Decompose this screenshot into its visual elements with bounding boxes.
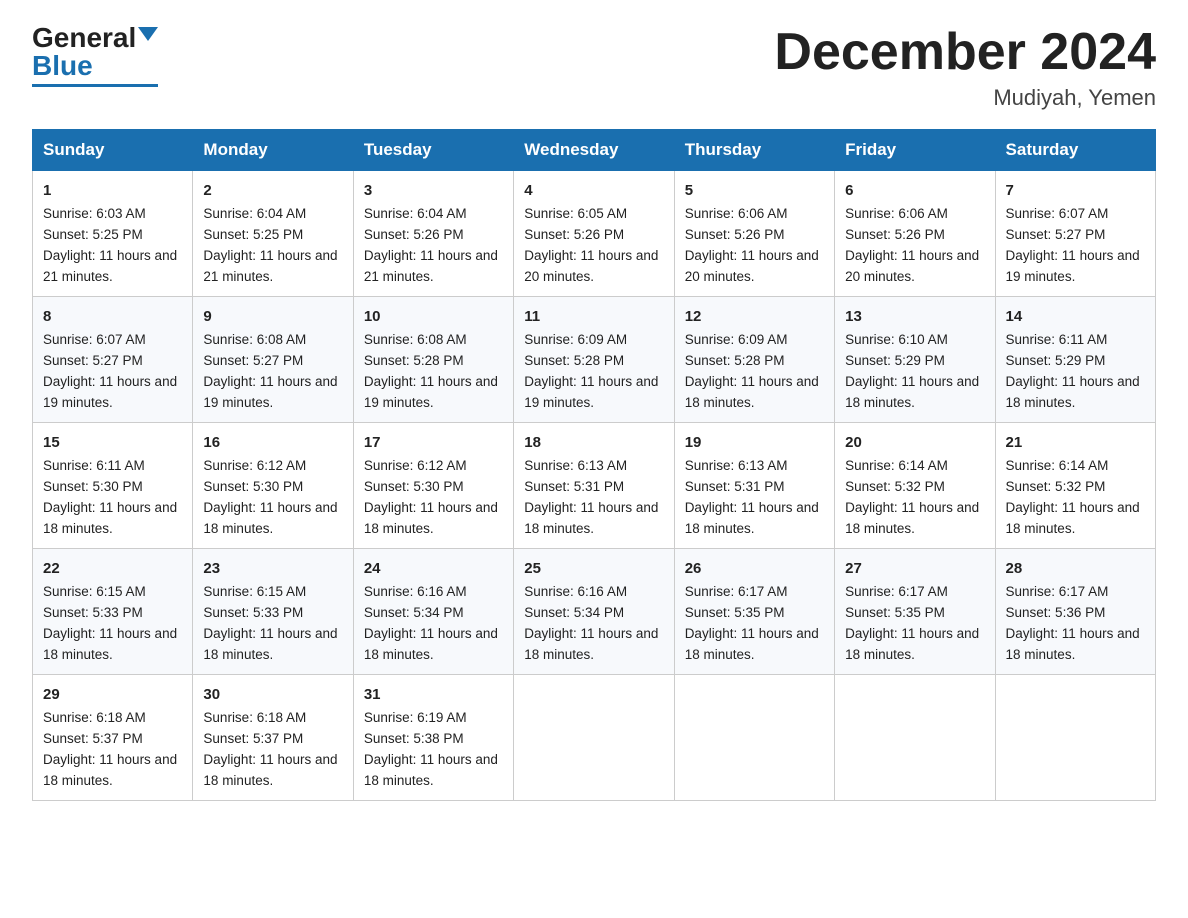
day-number: 25	[524, 557, 663, 580]
calendar-cell: 20Sunrise: 6:14 AMSunset: 5:32 PMDayligh…	[835, 423, 995, 549]
calendar-cell: 30Sunrise: 6:18 AMSunset: 5:37 PMDayligh…	[193, 674, 353, 800]
day-number: 17	[364, 431, 503, 454]
day-number: 5	[685, 179, 824, 202]
logo: General Blue	[32, 24, 158, 87]
day-number: 8	[43, 305, 182, 328]
calendar-cell: 4Sunrise: 6:05 AMSunset: 5:26 PMDaylight…	[514, 171, 674, 297]
calendar-cell: 22Sunrise: 6:15 AMSunset: 5:33 PMDayligh…	[33, 549, 193, 675]
calendar-cell: 5Sunrise: 6:06 AMSunset: 5:26 PMDaylight…	[674, 171, 834, 297]
calendar-cell: 2Sunrise: 6:04 AMSunset: 5:25 PMDaylight…	[193, 171, 353, 297]
calendar-week-row: 22Sunrise: 6:15 AMSunset: 5:33 PMDayligh…	[33, 549, 1156, 675]
calendar-cell: 17Sunrise: 6:12 AMSunset: 5:30 PMDayligh…	[353, 423, 513, 549]
calendar-cell: 18Sunrise: 6:13 AMSunset: 5:31 PMDayligh…	[514, 423, 674, 549]
day-number: 31	[364, 683, 503, 706]
page-header: General Blue December 2024 Mudiyah, Yeme…	[32, 24, 1156, 111]
day-number: 3	[364, 179, 503, 202]
calendar-table: SundayMondayTuesdayWednesdayThursdayFrid…	[32, 129, 1156, 801]
calendar-cell: 15Sunrise: 6:11 AMSunset: 5:30 PMDayligh…	[33, 423, 193, 549]
logo-triangle-icon	[138, 27, 158, 41]
calendar-cell: 14Sunrise: 6:11 AMSunset: 5:29 PMDayligh…	[995, 297, 1155, 423]
logo-blue-text: Blue	[32, 52, 93, 80]
calendar-cell: 28Sunrise: 6:17 AMSunset: 5:36 PMDayligh…	[995, 549, 1155, 675]
calendar-cell	[674, 674, 834, 800]
day-number: 29	[43, 683, 182, 706]
month-title: December 2024	[774, 24, 1156, 81]
header-thursday: Thursday	[674, 130, 834, 171]
day-number: 20	[845, 431, 984, 454]
calendar-cell: 23Sunrise: 6:15 AMSunset: 5:33 PMDayligh…	[193, 549, 353, 675]
day-number: 15	[43, 431, 182, 454]
calendar-week-row: 8Sunrise: 6:07 AMSunset: 5:27 PMDaylight…	[33, 297, 1156, 423]
calendar-cell: 10Sunrise: 6:08 AMSunset: 5:28 PMDayligh…	[353, 297, 513, 423]
day-number: 13	[845, 305, 984, 328]
logo-general-text: General	[32, 24, 136, 52]
day-number: 19	[685, 431, 824, 454]
day-number: 21	[1006, 431, 1145, 454]
calendar-cell: 31Sunrise: 6:19 AMSunset: 5:38 PMDayligh…	[353, 674, 513, 800]
day-number: 23	[203, 557, 342, 580]
day-number: 24	[364, 557, 503, 580]
header-monday: Monday	[193, 130, 353, 171]
day-number: 1	[43, 179, 182, 202]
calendar-cell: 6Sunrise: 6:06 AMSunset: 5:26 PMDaylight…	[835, 171, 995, 297]
header-tuesday: Tuesday	[353, 130, 513, 171]
day-number: 27	[845, 557, 984, 580]
day-number: 16	[203, 431, 342, 454]
calendar-cell: 11Sunrise: 6:09 AMSunset: 5:28 PMDayligh…	[514, 297, 674, 423]
logo-line	[32, 84, 158, 87]
calendar-cell	[835, 674, 995, 800]
calendar-week-row: 29Sunrise: 6:18 AMSunset: 5:37 PMDayligh…	[33, 674, 1156, 800]
calendar-header-row: SundayMondayTuesdayWednesdayThursdayFrid…	[33, 130, 1156, 171]
calendar-cell: 19Sunrise: 6:13 AMSunset: 5:31 PMDayligh…	[674, 423, 834, 549]
calendar-cell: 26Sunrise: 6:17 AMSunset: 5:35 PMDayligh…	[674, 549, 834, 675]
header-friday: Friday	[835, 130, 995, 171]
day-number: 18	[524, 431, 663, 454]
calendar-cell: 3Sunrise: 6:04 AMSunset: 5:26 PMDaylight…	[353, 171, 513, 297]
location: Mudiyah, Yemen	[774, 85, 1156, 111]
calendar-cell: 25Sunrise: 6:16 AMSunset: 5:34 PMDayligh…	[514, 549, 674, 675]
calendar-week-row: 15Sunrise: 6:11 AMSunset: 5:30 PMDayligh…	[33, 423, 1156, 549]
calendar-cell: 29Sunrise: 6:18 AMSunset: 5:37 PMDayligh…	[33, 674, 193, 800]
calendar-cell: 21Sunrise: 6:14 AMSunset: 5:32 PMDayligh…	[995, 423, 1155, 549]
calendar-cell: 8Sunrise: 6:07 AMSunset: 5:27 PMDaylight…	[33, 297, 193, 423]
calendar-cell: 12Sunrise: 6:09 AMSunset: 5:28 PMDayligh…	[674, 297, 834, 423]
calendar-cell	[514, 674, 674, 800]
header-saturday: Saturday	[995, 130, 1155, 171]
day-number: 7	[1006, 179, 1145, 202]
title-block: December 2024 Mudiyah, Yemen	[774, 24, 1156, 111]
calendar-cell: 27Sunrise: 6:17 AMSunset: 5:35 PMDayligh…	[835, 549, 995, 675]
calendar-week-row: 1Sunrise: 6:03 AMSunset: 5:25 PMDaylight…	[33, 171, 1156, 297]
calendar-cell: 13Sunrise: 6:10 AMSunset: 5:29 PMDayligh…	[835, 297, 995, 423]
day-number: 22	[43, 557, 182, 580]
calendar-cell: 7Sunrise: 6:07 AMSunset: 5:27 PMDaylight…	[995, 171, 1155, 297]
day-number: 10	[364, 305, 503, 328]
day-number: 9	[203, 305, 342, 328]
day-number: 4	[524, 179, 663, 202]
day-number: 26	[685, 557, 824, 580]
calendar-cell: 16Sunrise: 6:12 AMSunset: 5:30 PMDayligh…	[193, 423, 353, 549]
day-number: 14	[1006, 305, 1145, 328]
calendar-cell: 24Sunrise: 6:16 AMSunset: 5:34 PMDayligh…	[353, 549, 513, 675]
calendar-cell: 1Sunrise: 6:03 AMSunset: 5:25 PMDaylight…	[33, 171, 193, 297]
day-number: 2	[203, 179, 342, 202]
header-wednesday: Wednesday	[514, 130, 674, 171]
day-number: 6	[845, 179, 984, 202]
day-number: 11	[524, 305, 663, 328]
day-number: 28	[1006, 557, 1145, 580]
calendar-cell	[995, 674, 1155, 800]
day-number: 30	[203, 683, 342, 706]
day-number: 12	[685, 305, 824, 328]
header-sunday: Sunday	[33, 130, 193, 171]
calendar-cell: 9Sunrise: 6:08 AMSunset: 5:27 PMDaylight…	[193, 297, 353, 423]
